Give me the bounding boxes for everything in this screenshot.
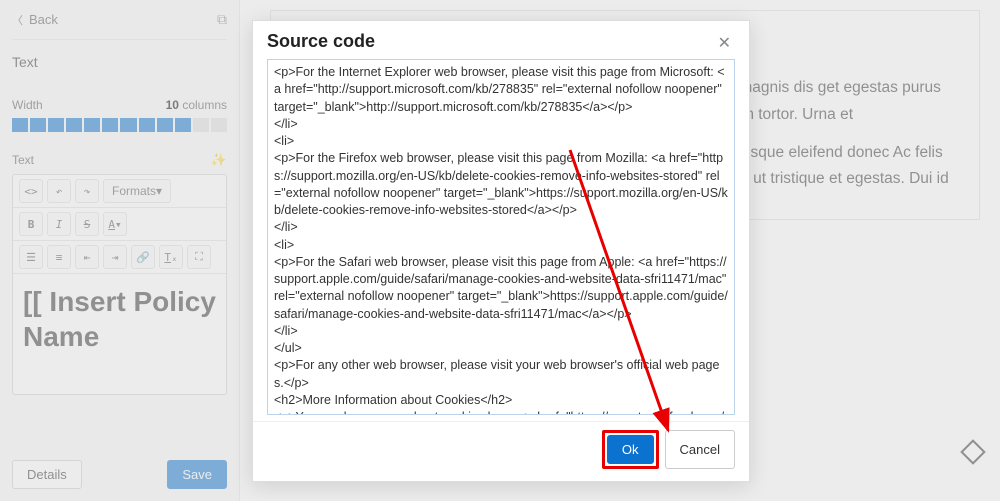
annotation-highlight: Ok bbox=[602, 430, 659, 469]
modal-title: Source code bbox=[267, 31, 375, 52]
source-code-modal: Source code ✕ Ok Cancel bbox=[252, 20, 750, 482]
cancel-button[interactable]: Cancel bbox=[665, 430, 735, 469]
source-code-textarea[interactable] bbox=[267, 59, 735, 415]
close-icon[interactable]: ✕ bbox=[714, 31, 735, 55]
ok-button[interactable]: Ok bbox=[607, 435, 654, 464]
